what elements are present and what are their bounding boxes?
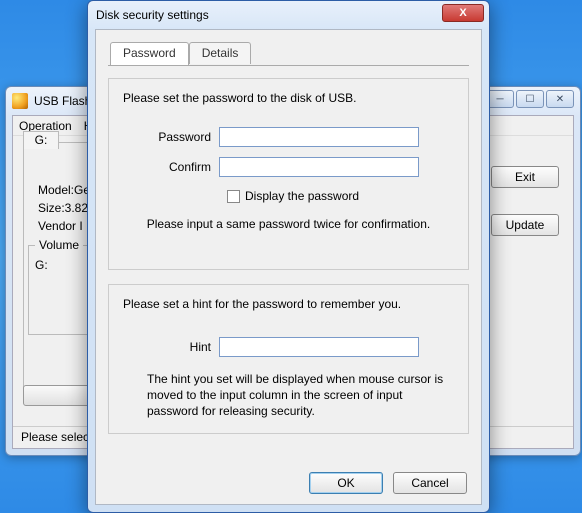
update-button[interactable]: Update [491, 214, 559, 236]
password-note: Please input a same password twice for c… [123, 217, 454, 231]
hint-label: Hint [123, 340, 219, 354]
bg-minimize-button[interactable]: ─ [486, 90, 514, 108]
dialog-titlebar[interactable]: Disk security settings X [88, 1, 489, 29]
drive-tab-g[interactable]: G: [23, 131, 59, 149]
display-password-checkbox[interactable] [227, 190, 240, 203]
dialog-client: Password Details Please set the password… [95, 29, 482, 505]
password-input[interactable] [219, 127, 419, 147]
hint-note: The hint you set will be displayed when … [123, 371, 454, 419]
display-password-label: Display the password [245, 189, 359, 203]
volume-label: Volume [35, 238, 83, 252]
dialog-close-button[interactable]: X [442, 4, 484, 22]
disk-security-dialog: Disk security settings X Password Detail… [87, 0, 490, 513]
password-label: Password [123, 130, 219, 144]
tab-strip: Password Details [110, 42, 469, 64]
tab-content: Please set the password to the disk of U… [108, 65, 469, 457]
hint-input[interactable] [219, 337, 419, 357]
ok-button[interactable]: OK [309, 472, 383, 494]
confirm-label: Confirm [123, 160, 219, 174]
exit-button[interactable]: Exit [491, 166, 559, 188]
tab-details[interactable]: Details [189, 42, 252, 64]
dialog-button-row: OK Cancel [309, 472, 467, 494]
password-intro: Please set the password to the disk of U… [123, 91, 454, 105]
usb-app-icon [12, 93, 28, 109]
bg-close-button[interactable]: ✕ [546, 90, 574, 108]
hint-intro: Please set a hint for the password to re… [123, 297, 454, 311]
confirm-input[interactable] [219, 157, 419, 177]
cancel-button[interactable]: Cancel [393, 472, 467, 494]
dialog-title: Disk security settings [96, 8, 209, 22]
display-password-row[interactable]: Display the password [227, 189, 454, 203]
hint-group: Please set a hint for the password to re… [108, 284, 469, 434]
bg-maximize-button[interactable]: ☐ [516, 90, 544, 108]
password-group: Please set the password to the disk of U… [108, 78, 469, 270]
tab-password[interactable]: Password [110, 42, 189, 65]
volume-drive: G: [35, 258, 91, 272]
